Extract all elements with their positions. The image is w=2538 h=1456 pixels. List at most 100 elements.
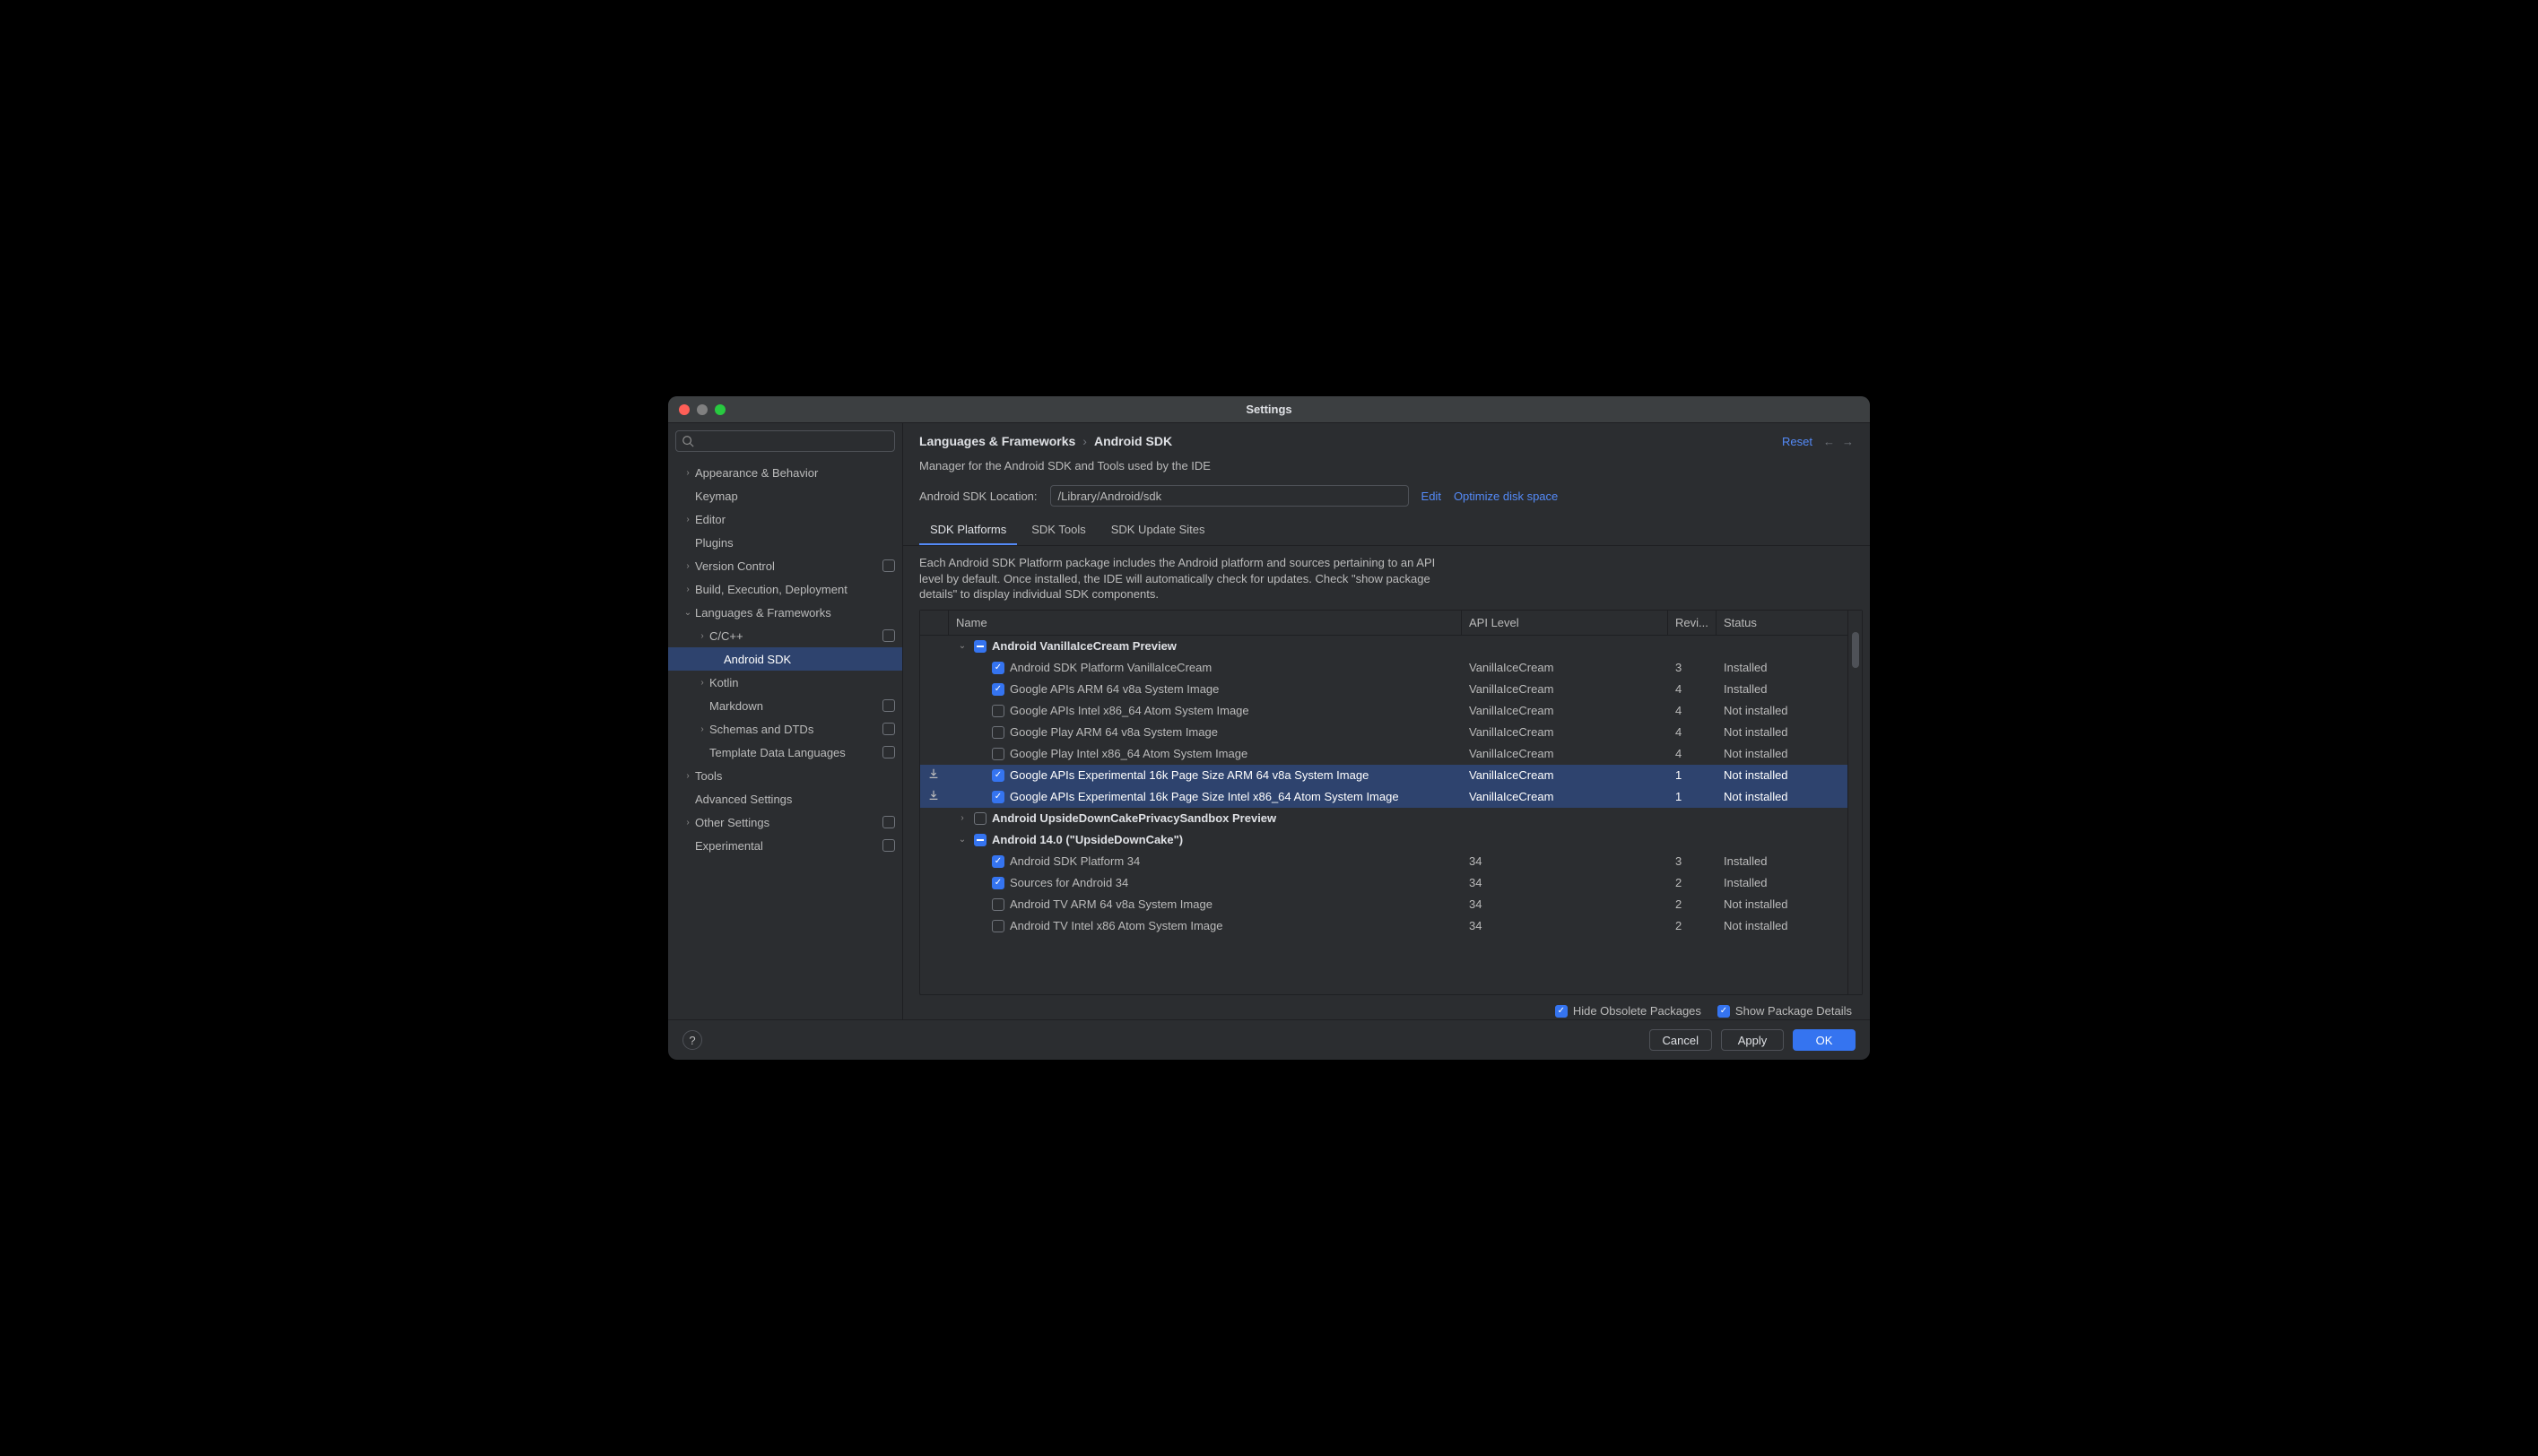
tab-sdk-tools[interactable]: SDK Tools xyxy=(1021,516,1096,545)
body: ›Appearance & BehaviorKeymap›EditorPlugi… xyxy=(668,423,1870,1019)
row-checkbox[interactable] xyxy=(992,748,1004,760)
row-checkbox[interactable] xyxy=(992,920,1004,932)
breadcrumb-sep: › xyxy=(1082,434,1087,448)
table-row[interactable]: Google APIs Experimental 16k Page Size I… xyxy=(920,786,1847,808)
sidebar-item-android-sdk[interactable]: Android SDK xyxy=(668,647,902,671)
sidebar-item-build-execution-deployment[interactable]: ›Build, Execution, Deployment xyxy=(668,577,902,601)
minimize-window-button[interactable] xyxy=(697,404,708,415)
row-revision: 4 xyxy=(1668,682,1717,696)
chevron-down-icon: ⌄ xyxy=(681,608,695,618)
sidebar-item-advanced-settings[interactable]: Advanced Settings xyxy=(668,787,902,810)
row-checkbox[interactable] xyxy=(974,812,987,825)
edit-link[interactable]: Edit xyxy=(1421,490,1441,503)
col-revision[interactable]: Revi... xyxy=(1668,611,1717,635)
table-row[interactable]: Android SDK Platform VanillaIceCreamVani… xyxy=(920,657,1847,679)
chevron-down-icon[interactable]: ⌄ xyxy=(956,835,969,845)
row-checkbox[interactable] xyxy=(992,855,1004,868)
nav-forward-icon[interactable]: → xyxy=(1842,435,1854,448)
sdk-location-input[interactable]: /Library/Android/sdk xyxy=(1050,485,1409,507)
tab-sdk-update-sites[interactable]: SDK Update Sites xyxy=(1100,516,1216,545)
row-checkbox[interactable] xyxy=(992,898,1004,911)
nav-back-icon[interactable]: ← xyxy=(1823,435,1835,448)
sidebar-item-label: Schemas and DTDs xyxy=(709,723,879,736)
settings-tree[interactable]: ›Appearance & BehaviorKeymap›EditorPlugi… xyxy=(668,459,902,1019)
table-row[interactable]: › Android UpsideDownCakePrivacySandbox Pr… xyxy=(920,808,1847,829)
project-scope-icon xyxy=(882,629,895,642)
sidebar-item-other-settings[interactable]: ›Other Settings xyxy=(668,810,902,834)
hide-obsolete-checkbox[interactable]: Hide Obsolete Packages xyxy=(1555,1004,1701,1018)
sidebar-item-keymap[interactable]: Keymap xyxy=(668,484,902,507)
row-checkbox[interactable] xyxy=(992,683,1004,696)
row-revision: 2 xyxy=(1668,876,1717,889)
scroll-thumb[interactable] xyxy=(1852,632,1859,668)
ok-button[interactable]: OK xyxy=(1793,1029,1856,1051)
row-checkbox[interactable] xyxy=(992,791,1004,803)
sidebar-item-label: Kotlin xyxy=(709,676,895,689)
table-row[interactable]: Android TV Intel x86 Atom System Image34… xyxy=(920,915,1847,937)
reset-link[interactable]: Reset xyxy=(1782,435,1812,448)
sidebar-item-label: C/C++ xyxy=(709,629,879,643)
table-row[interactable]: Android SDK Platform 34343Installed xyxy=(920,851,1847,872)
row-api: VanillaIceCream xyxy=(1462,747,1668,760)
row-name: Android UpsideDownCakePrivacySandbox Pre… xyxy=(992,811,1276,825)
sidebar-item-plugins[interactable]: Plugins xyxy=(668,531,902,554)
col-status[interactable]: Status xyxy=(1717,611,1847,635)
scrollbar[interactable] xyxy=(1847,611,1862,994)
table-row[interactable]: Google APIs ARM 64 v8a System ImageVanil… xyxy=(920,679,1847,700)
sidebar-item-label: Languages & Frameworks xyxy=(695,606,895,620)
table-row[interactable]: ⌄Android 14.0 ("UpsideDownCake") xyxy=(920,829,1847,851)
close-window-button[interactable] xyxy=(679,404,690,415)
row-checkbox[interactable] xyxy=(974,640,987,653)
table-row[interactable]: Google APIs Experimental 16k Page Size A… xyxy=(920,765,1847,786)
chevron-down-icon[interactable]: ⌄ xyxy=(956,641,969,651)
sidebar-item-appearance-behavior[interactable]: ›Appearance & Behavior xyxy=(668,461,902,484)
row-revision: 4 xyxy=(1668,704,1717,717)
table-row[interactable]: Google Play Intel x86_64 Atom System Ima… xyxy=(920,743,1847,765)
sidebar-item-schemas-and-dtds[interactable]: ›Schemas and DTDs xyxy=(668,717,902,741)
zoom-window-button[interactable] xyxy=(715,404,726,415)
table-row[interactable]: Google APIs Intel x86_64 Atom System Ima… xyxy=(920,700,1847,722)
sidebar-item-version-control[interactable]: ›Version Control xyxy=(668,554,902,577)
nav-arrows: ← → xyxy=(1823,435,1854,448)
col-download xyxy=(920,611,949,635)
cancel-button[interactable]: Cancel xyxy=(1649,1029,1712,1051)
row-checkbox[interactable] xyxy=(992,662,1004,674)
table-row[interactable]: Google Play ARM 64 v8a System ImageVanil… xyxy=(920,722,1847,743)
row-checkbox[interactable] xyxy=(992,726,1004,739)
row-checkbox[interactable] xyxy=(992,769,1004,782)
apply-button[interactable]: Apply xyxy=(1721,1029,1784,1051)
sidebar-item-experimental[interactable]: Experimental xyxy=(668,834,902,857)
sidebar-item-languages-frameworks[interactable]: ⌄Languages & Frameworks xyxy=(668,601,902,624)
sidebar-item-editor[interactable]: ›Editor xyxy=(668,507,902,531)
search-field[interactable] xyxy=(698,435,889,447)
sidebar-item-c-c-[interactable]: ›C/C++ xyxy=(668,624,902,647)
project-scope-icon xyxy=(882,723,895,735)
row-status: Installed xyxy=(1717,854,1847,868)
sidebar-item-label: Experimental xyxy=(695,839,879,853)
chevron-right-icon: › xyxy=(681,771,695,781)
sidebar-item-template-data-languages[interactable]: Template Data Languages xyxy=(668,741,902,764)
search-input[interactable] xyxy=(675,430,895,452)
help-button[interactable]: ? xyxy=(682,1030,702,1050)
row-checkbox[interactable] xyxy=(974,834,987,846)
col-name[interactable]: Name xyxy=(949,611,1462,635)
main-panel: Languages & Frameworks › Android SDK Res… xyxy=(903,423,1870,1019)
row-api: VanillaIceCream xyxy=(1462,768,1668,782)
sidebar-item-markdown[interactable]: Markdown xyxy=(668,694,902,717)
tab-sdk-platforms[interactable]: SDK Platforms xyxy=(919,516,1017,545)
col-api-level[interactable]: API Level xyxy=(1462,611,1668,635)
table-row[interactable]: Sources for Android 34342Installed xyxy=(920,872,1847,894)
chevron-right-icon[interactable]: › xyxy=(956,813,969,823)
row-checkbox[interactable] xyxy=(992,877,1004,889)
show-details-checkbox[interactable]: Show Package Details xyxy=(1717,1004,1852,1018)
row-checkbox[interactable] xyxy=(992,705,1004,717)
download-indicator xyxy=(920,789,949,804)
sidebar-item-kotlin[interactable]: ›Kotlin xyxy=(668,671,902,694)
sidebar-item-tools[interactable]: ›Tools xyxy=(668,764,902,787)
table-row[interactable]: Android TV ARM 64 v8a System Image342Not… xyxy=(920,894,1847,915)
table-row[interactable]: ⌄Android VanillaIceCream Preview xyxy=(920,636,1847,657)
sidebar-item-label: Editor xyxy=(695,513,895,526)
breadcrumb-parent[interactable]: Languages & Frameworks xyxy=(919,434,1075,448)
optimize-link[interactable]: Optimize disk space xyxy=(1454,490,1558,503)
sdk-location-label: Android SDK Location: xyxy=(919,490,1038,503)
